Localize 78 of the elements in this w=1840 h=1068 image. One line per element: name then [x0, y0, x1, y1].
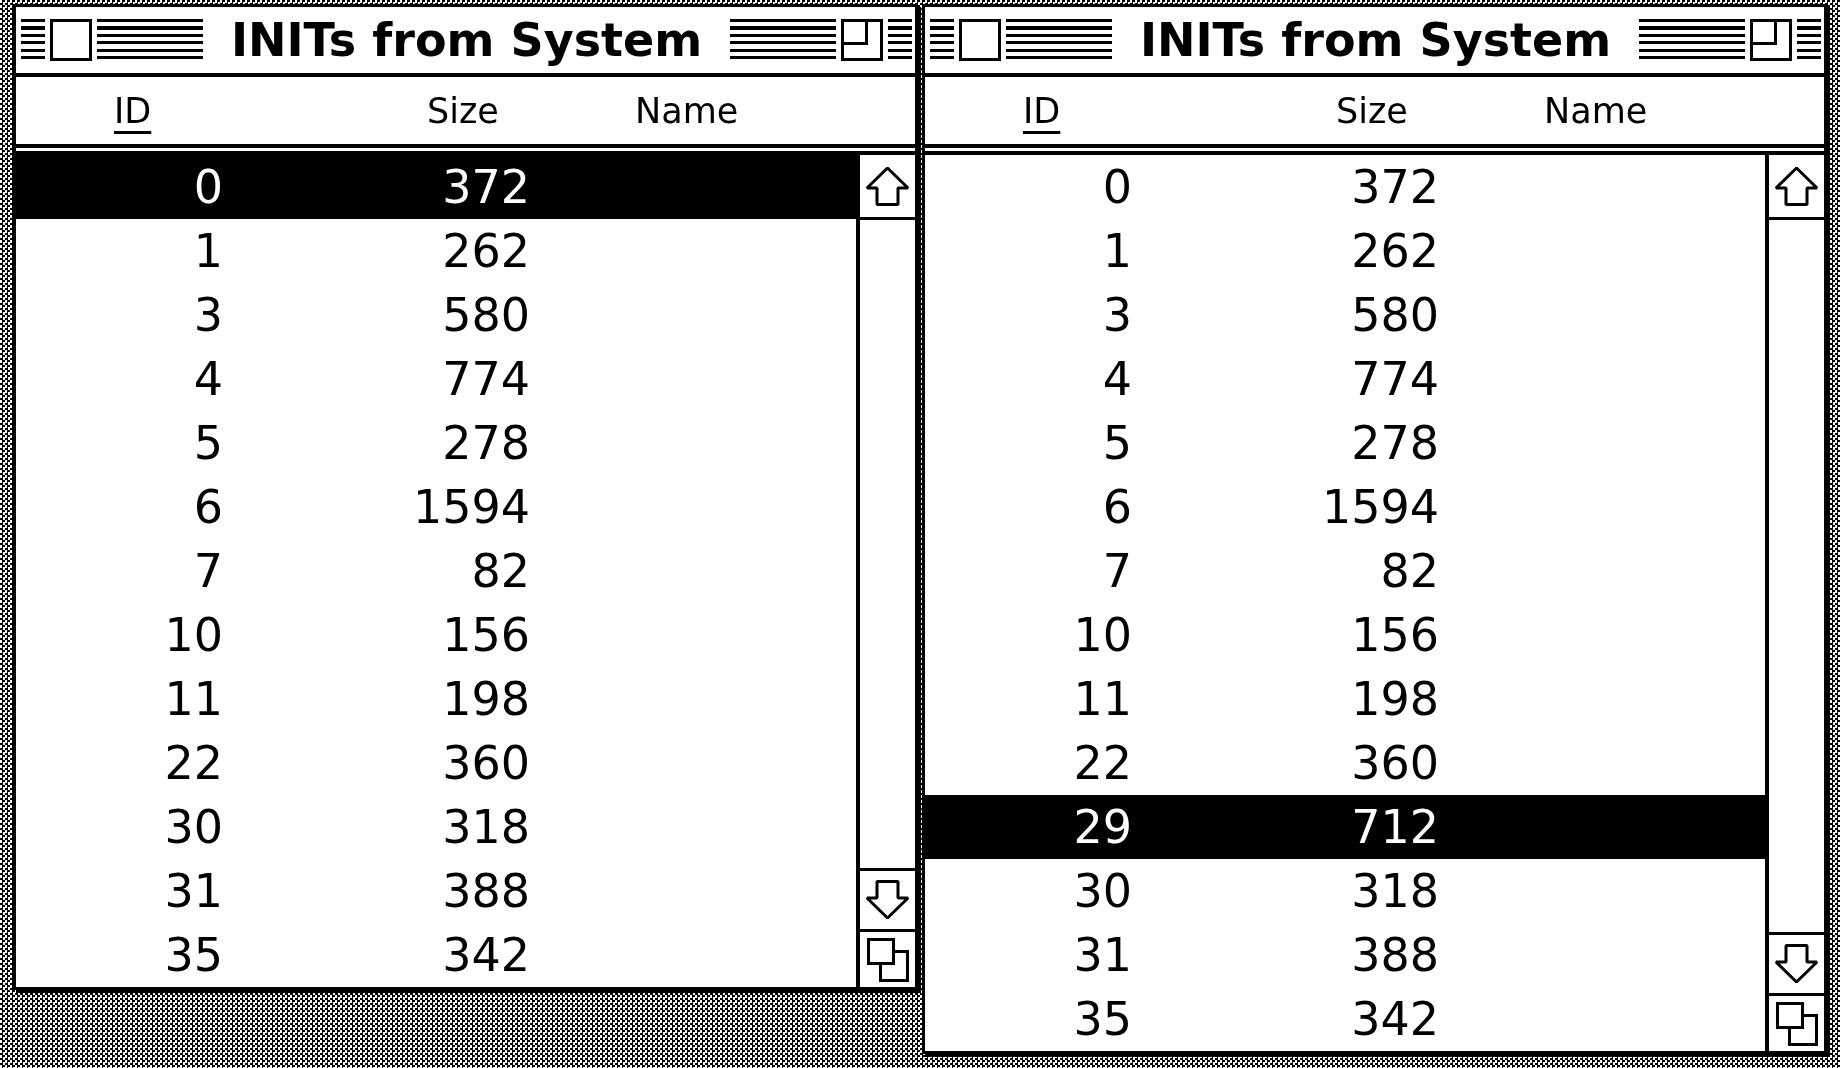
down-arrow-icon	[1774, 944, 1819, 984]
size-value: 156	[1351, 607, 1439, 663]
size-value: 318	[442, 799, 530, 855]
id-value: 29	[1073, 799, 1132, 855]
column-header[interactable]: ID	[1023, 88, 1061, 133]
list-row[interactable]: 0 372	[16, 155, 856, 219]
overlapping-squares-icon	[866, 937, 909, 982]
size-value: 342	[442, 927, 530, 983]
id-value: 10	[164, 607, 223, 663]
size-value: 278	[442, 415, 530, 471]
id-value: 10	[1073, 607, 1132, 663]
id-value: 5	[193, 415, 223, 471]
id-value: 7	[193, 543, 223, 599]
id-value: 3	[1102, 287, 1132, 343]
column-header[interactable]: ID	[114, 88, 152, 133]
size-value: 360	[1351, 735, 1439, 791]
list-row[interactable]: 29 712	[925, 795, 1765, 859]
zoom-icon[interactable]	[1750, 19, 1792, 61]
id-value: 4	[1102, 351, 1132, 407]
window-title: INITs from System	[1138, 12, 1613, 68]
id-value: 30	[164, 799, 223, 855]
overlapping-squares-icon	[1775, 1001, 1818, 1046]
up-arrow-icon	[1774, 166, 1819, 206]
size-value: 580	[1351, 287, 1439, 343]
scroll-bar[interactable]	[856, 155, 915, 987]
size-value: 360	[442, 735, 530, 791]
scroll-bar[interactable]	[1765, 155, 1824, 1051]
size-value: 388	[442, 863, 530, 919]
size-value: 262	[442, 223, 530, 279]
down-arrow-icon	[865, 880, 910, 920]
size-value: 198	[442, 671, 530, 727]
id-value: 5	[1102, 415, 1132, 471]
id-value: 1	[1102, 223, 1132, 279]
size-value: 372	[1351, 159, 1439, 215]
column-header[interactable]: Name	[635, 88, 739, 133]
id-value: 35	[1073, 991, 1132, 1047]
column-header[interactable]: Size	[1336, 88, 1408, 133]
size-value: 198	[1351, 671, 1439, 727]
id-value: 11	[1073, 671, 1132, 727]
up-arrow-icon	[865, 166, 910, 206]
size-value: 1594	[1321, 479, 1439, 535]
size-value: 342	[1351, 991, 1439, 1047]
close-icon[interactable]	[959, 19, 1001, 61]
id-value: 7	[1102, 543, 1132, 599]
id-value: 1	[193, 223, 223, 279]
id-value: 11	[164, 671, 223, 727]
column-header[interactable]: Size	[427, 88, 499, 133]
size-value: 318	[1351, 863, 1439, 919]
id-value: 4	[193, 351, 223, 407]
id-value: 0	[1102, 159, 1132, 215]
close-icon[interactable]	[50, 19, 92, 61]
title-bar-stripes	[888, 19, 912, 61]
id-value: 31	[1073, 927, 1132, 983]
size-value: 262	[1351, 223, 1439, 279]
size-value: 1594	[412, 479, 530, 535]
size-value: 372	[442, 159, 530, 215]
zoom-icon[interactable]	[841, 19, 883, 61]
id-value: 22	[1073, 735, 1132, 791]
id-value: 3	[193, 287, 223, 343]
id-value: 22	[164, 735, 223, 791]
size-value: 712	[1351, 799, 1439, 855]
id-value: 6	[193, 479, 223, 535]
size-value: 278	[1351, 415, 1439, 471]
size-value: 580	[442, 287, 530, 343]
size-value: 774	[442, 351, 530, 407]
id-value: 35	[164, 927, 223, 983]
id-value: 31	[164, 863, 223, 919]
size-value: 156	[442, 607, 530, 663]
id-value: 6	[1102, 479, 1132, 535]
title-bar-stripes	[1797, 19, 1821, 61]
column-header[interactable]: Name	[1544, 88, 1648, 133]
size-value: 774	[1351, 351, 1439, 407]
size-value: 82	[471, 543, 530, 599]
size-value: 388	[1351, 927, 1439, 983]
window-title: INITs from System	[229, 12, 704, 68]
size-value: 82	[1380, 543, 1439, 599]
id-value: 0	[193, 159, 223, 215]
id-value: 30	[1073, 863, 1132, 919]
